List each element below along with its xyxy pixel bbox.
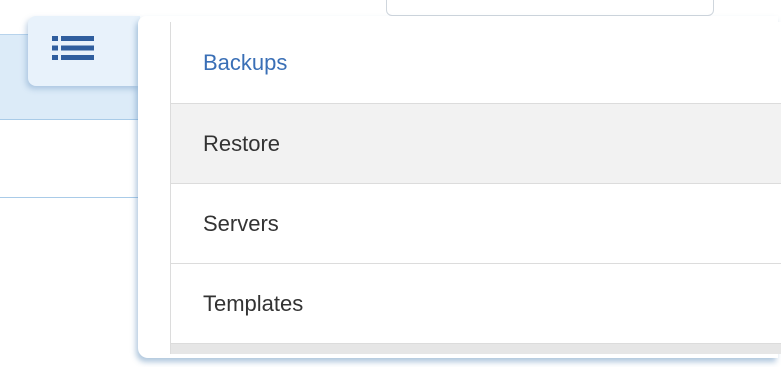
menu-item-label: Backups [203,49,288,75]
menu-item-servers[interactable]: Servers [171,184,781,264]
menu-item-label: Templates [203,290,304,316]
search-input[interactable] [386,0,714,16]
menu-toggle-button[interactable] [28,16,140,86]
navigation-menu-list: Backups Restore Servers Templates [170,22,781,354]
menu-item-partial [171,344,781,354]
menu-item-templates[interactable]: Templates [171,264,781,344]
menu-item-label: Servers [203,210,279,236]
menu-item-backups[interactable]: Backups [171,22,781,104]
navigation-dropdown: Backups Restore Servers Templates [138,16,781,358]
app-stage: Backups Restore Servers Templates [0,0,781,367]
menu-item-restore[interactable]: Restore [171,104,781,184]
menu-item-label: Restore [203,130,281,156]
list-icon [52,36,94,60]
